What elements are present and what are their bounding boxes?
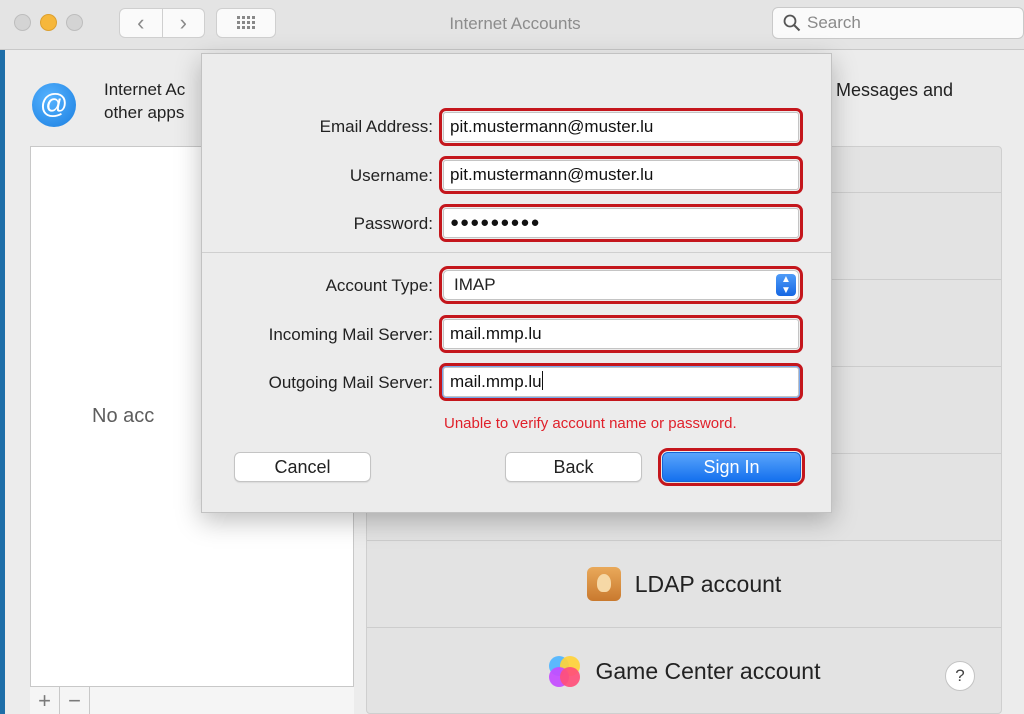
text-caret (541, 371, 543, 390)
no-accounts-label: No acc (92, 405, 155, 427)
window-title: Internet Accounts (449, 14, 581, 33)
sign-in-button[interactable]: Sign In (658, 448, 805, 486)
add-account-button[interactable]: + (30, 687, 60, 714)
show-all-button[interactable] (216, 8, 276, 38)
provider-label-ldap: LDAP account (634, 570, 782, 597)
game-center-icon (547, 654, 581, 688)
email-field[interactable]: pit.mustermann@muster.lu (439, 108, 803, 146)
minimize-window-button[interactable] (40, 14, 57, 31)
internet-accounts-at-icon: @ (32, 83, 76, 127)
username-label: Username: (349, 166, 433, 185)
intro-text-right: Messages and (836, 80, 954, 100)
forward-nav-button[interactable]: › (161, 9, 205, 37)
back-button[interactable]: Back (505, 452, 642, 482)
provider-row-ldap[interactable]: LDAP account (367, 541, 1001, 628)
cancel-button[interactable]: Cancel (234, 452, 371, 482)
search-field[interactable]: Search (772, 7, 1024, 39)
select-arrows-icon: ▲ ▼ (776, 274, 796, 296)
grid-icon (237, 16, 255, 29)
outgoing-server-field[interactable]: mail.mmp.lu (439, 363, 803, 401)
help-button[interactable]: ? (945, 661, 975, 691)
account-setup-sheet: Email Address: pit.mustermann@muster.lu … (201, 53, 832, 513)
title-bar: ‹ › Internet Accounts Search (0, 0, 1024, 50)
back-nav-button[interactable]: ‹ (120, 9, 162, 37)
navigation-buttons: ‹ › (119, 8, 205, 38)
outgoing-server-label: Outgoing Mail Server: (268, 373, 433, 392)
account-type-label: Account Type: (325, 276, 433, 295)
username-field[interactable]: pit.mustermann@muster.lu (439, 156, 803, 194)
password-label: Password: (353, 214, 433, 233)
incoming-server-label: Incoming Mail Server: (268, 325, 433, 344)
outgoing-server-value: mail.mmp.lu (450, 372, 542, 391)
remove-account-button[interactable]: − (60, 687, 90, 714)
provider-label-game-center: Game Center account (595, 657, 821, 684)
error-message: Unable to verify account name or passwor… (444, 415, 737, 432)
ldap-contacts-icon (586, 567, 621, 601)
search-placeholder: Search (807, 13, 861, 32)
accounts-list-toolbar: + − (30, 686, 354, 714)
zoom-window-button[interactable] (66, 14, 83, 31)
incoming-server-field[interactable]: mail.mmp.lu (439, 315, 803, 353)
account-type-select[interactable]: IMAP ▲ ▼ (439, 266, 803, 304)
email-label: Email Address: (319, 117, 433, 136)
intro-text-line1: Internet Ac (104, 80, 186, 99)
password-field[interactable]: ●●●●●●●●● (439, 204, 803, 242)
account-type-value: IMAP (454, 275, 496, 294)
intro-text-line2: other apps (104, 103, 185, 122)
provider-row-game-center[interactable]: Game Center account (367, 628, 1001, 714)
desktop-edge (0, 0, 5, 714)
search-icon (783, 14, 801, 32)
close-window-button[interactable] (14, 14, 31, 31)
sheet-divider (202, 252, 831, 253)
